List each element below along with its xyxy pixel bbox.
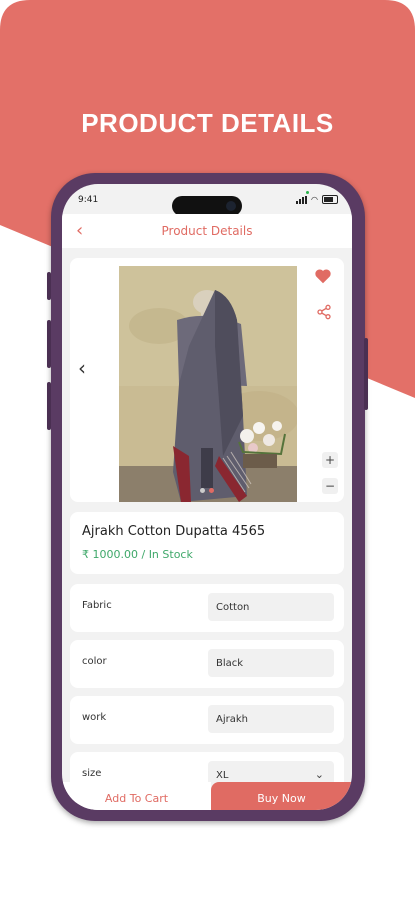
bottom-action-bar: Add To Cart Buy Now	[62, 782, 352, 810]
product-info-card: Ajrakh Cotton Dupatta 4565 ₹ 1000.00 / I…	[70, 512, 344, 574]
dynamic-island	[172, 196, 242, 216]
hero-title: PRODUCT DETAILS	[81, 108, 334, 138]
prev-image-icon[interactable]: ‹	[78, 356, 86, 380]
signal-icon	[296, 195, 308, 204]
attribute-row-work: work Ajrakh	[70, 696, 344, 744]
status-time: 9:41	[78, 195, 99, 205]
image-pager-dots	[200, 488, 214, 493]
price-separator: /	[137, 548, 149, 561]
status-icons: ◠	[296, 195, 338, 204]
add-to-cart-button[interactable]: Add To Cart	[62, 782, 211, 810]
phone-side-button	[364, 338, 368, 410]
product-gallery: ‹ + −	[70, 258, 344, 502]
stock-status: In Stock	[148, 548, 193, 561]
privacy-indicator	[306, 191, 309, 194]
attribute-value-field[interactable]: Ajrakh	[208, 705, 334, 733]
attribute-value-field[interactable]: Cotton	[208, 593, 334, 621]
wifi-icon: ◠	[311, 195, 318, 204]
attribute-label: work	[82, 712, 107, 723]
battery-icon	[322, 195, 338, 204]
attribute-label: Fabric	[82, 600, 112, 611]
attribute-row-fabric: Fabric Cotton	[70, 584, 344, 632]
phone-side-button	[47, 320, 51, 368]
attribute-label: size	[82, 768, 102, 779]
phone-side-button	[47, 382, 51, 430]
zoom-in-button[interactable]: +	[322, 452, 338, 468]
product-name: Ajrakh Cotton Dupatta 4565	[82, 524, 266, 539]
product-price: ₹ 1000.00	[82, 548, 138, 561]
phone-screen: 9:41 ◠ ‹ Product Details ‹ + − Ajrakh Co…	[62, 184, 352, 810]
size-select-value: XL	[216, 770, 229, 781]
phone-side-button	[47, 272, 51, 300]
app-header: ‹ Product Details	[62, 214, 352, 248]
price-stock-line: ₹ 1000.00 / In Stock	[82, 548, 193, 561]
share-icon[interactable]	[316, 304, 332, 324]
attribute-value-field[interactable]: Black	[208, 649, 334, 677]
favorite-heart-icon[interactable]	[314, 268, 332, 288]
buy-now-button[interactable]: Buy Now	[211, 782, 352, 810]
attribute-row-color: color Black	[70, 640, 344, 688]
page-title: Product Details	[161, 224, 253, 238]
chevron-down-icon: ⌄	[314, 768, 324, 781]
product-image[interactable]	[119, 266, 297, 502]
attribute-label: color	[82, 656, 107, 667]
zoom-out-button[interactable]: −	[322, 478, 338, 494]
